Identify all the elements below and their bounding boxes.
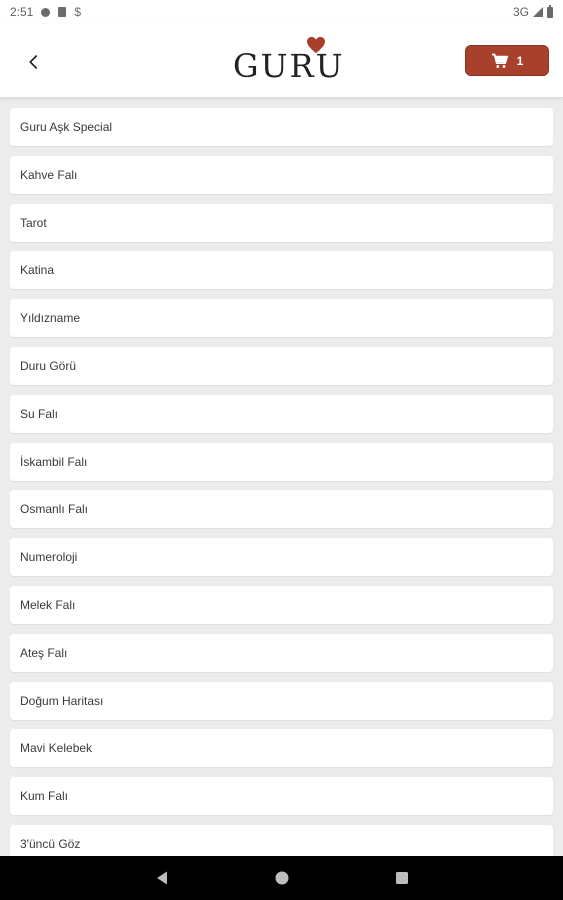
sd-card-icon [58,7,67,17]
list-item-label: Kahve Falı [20,167,78,182]
list-item[interactable]: Doğum Haritası [10,681,553,720]
list-item-label: Tarot [20,215,47,230]
shopping-cart-icon [491,53,508,68]
list-item-label: Yıldızname [20,311,81,326]
back-button[interactable] [18,46,50,78]
nav-home-icon[interactable] [274,870,290,886]
fortune-type-list: Guru Aşk Special Kahve Falı Tarot Katina Yıl… [10,108,553,873]
list-item[interactable]: Osmanlı Falı [10,490,553,529]
chevron-left-icon [29,55,38,69]
android-nav-bar [0,856,563,900]
list-item[interactable]: Yıldızname [10,299,553,338]
list-item[interactable]: Guru Aşk Special [10,108,553,146]
list-item[interactable]: İskambil Falı [10,442,553,481]
nav-recents-icon[interactable] [394,870,410,886]
list-item[interactable]: Ateş Falı [10,633,553,672]
heart-icon [307,36,325,54]
list-item-label: Kum Falı [20,789,69,804]
list-item-label: Katina [20,263,55,278]
cart-button[interactable]: 1 [465,45,549,76]
logo-text: GURU [233,47,345,85]
list-item-label: Numeroloji [20,550,78,565]
list-item[interactable]: Numeroloji [10,538,553,577]
message-icon [41,7,51,17]
list-item[interactable]: Mavi Kelebek [10,729,553,768]
dollar-icon: $ [74,5,82,19]
app-bar: GURU 1 [0,24,563,98]
battery-icon [547,4,553,18]
list-item[interactable]: Su Falı [10,394,553,433]
list-item-label: Ateş Falı [20,645,68,660]
cart-count: 1 [516,53,524,68]
list-item[interactable]: Duru Görü [10,346,553,385]
network-type: 3G [512,5,529,19]
status-left: 2:51 $ [10,5,81,19]
guru-logo: GURU [233,36,343,88]
list-item-label: Doğum Haritası [20,693,104,708]
list-item[interactable]: Melek Falı [10,585,553,624]
list-item-label: Duru Görü [20,358,77,373]
signal-icon [533,7,543,17]
list-item-label: Osmanlı Falı [20,502,89,517]
screen: 2:51 $ 3G GURU 1 Guru Aşk Special Kahve … [0,0,563,900]
list-item[interactable]: Kahve Falı [10,155,553,194]
list-item[interactable]: Katina [10,251,553,290]
list-item[interactable]: Tarot [10,203,553,242]
list-item-label: Guru Aşk Special [20,120,113,134]
list-item[interactable]: Kum Falı [10,777,553,816]
list-item-label: Mavi Kelebek [20,741,93,756]
nav-back-icon[interactable] [154,870,170,886]
list-item-label: Melek Falı [20,597,76,612]
status-time: 2:51 [10,5,34,19]
status-bar: 2:51 $ 3G [0,0,563,24]
list-item-label: Su Falı [20,406,59,421]
list-item-label: İskambil Falı [20,454,88,469]
status-right: 3G [512,4,553,19]
list-item-label: 3'üncü Göz [20,836,81,851]
